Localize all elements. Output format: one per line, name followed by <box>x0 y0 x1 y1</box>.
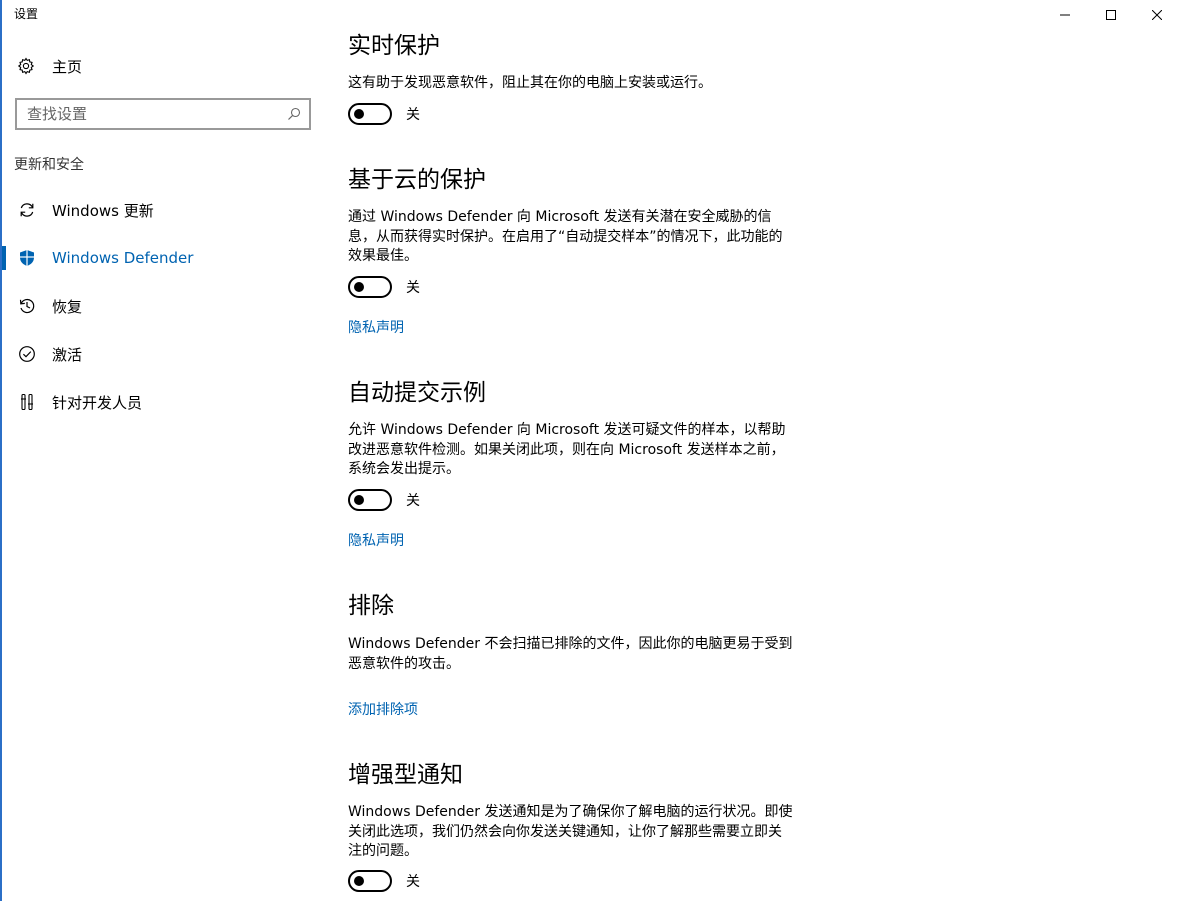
sidebar-item-label: Windows Defender <box>52 249 194 267</box>
section-description: 通过 Windows Defender 向 Microsoft 发送有关潜在安全… <box>348 209 783 264</box>
toggle-state-label: 关 <box>406 280 420 296</box>
sidebar-item-recovery[interactable]: 恢复 <box>2 282 322 330</box>
sidebar-item-activation[interactable]: 激活 <box>2 330 322 378</box>
close-button[interactable] <box>1134 0 1180 30</box>
section-heading-enhanced-notifications: 增强型通知 <box>348 762 463 788</box>
realtime-protection-toggle[interactable] <box>348 103 392 125</box>
privacy-statement-link[interactable]: 隐私声明 <box>348 317 404 337</box>
search-box <box>15 98 311 130</box>
sidebar-item-label: 针对开发人员 <box>52 393 143 412</box>
gear-icon <box>16 56 36 76</box>
developer-tools-icon <box>16 391 38 413</box>
section-heading-cloud-protection: 基于云的保护 <box>348 167 486 193</box>
sample-submission-toggle[interactable] <box>348 489 392 511</box>
section-label: 更新和安全 <box>14 157 84 173</box>
toggle-knob <box>354 876 364 886</box>
add-exclusion-link[interactable]: 添加排除项 <box>348 699 418 719</box>
toggle-knob <box>354 109 364 119</box>
maximize-button[interactable] <box>1088 0 1134 30</box>
search-icon[interactable] <box>283 107 305 121</box>
history-icon <box>16 295 38 317</box>
title-bar: 设置 <box>2 0 1180 30</box>
shield-icon <box>16 247 38 269</box>
sidebar-item-developers[interactable]: 针对开发人员 <box>2 378 322 426</box>
close-icon <box>1152 10 1162 20</box>
section-heading-realtime-protection: 实时保护 <box>348 33 440 59</box>
settings-window: 设置 主页 查找设置 更新和安全 Windows 更新 Windows Defe… <box>0 0 1180 901</box>
section-heading-sample-submission: 自动提交示例 <box>348 380 486 406</box>
toggle-state-label: 关 <box>406 107 420 123</box>
search-input[interactable] <box>17 100 283 128</box>
section-heading-exclusions: 排除 <box>348 593 394 619</box>
enhanced-notifications-toggle-row: 关 <box>348 870 420 892</box>
sync-icon <box>16 199 38 221</box>
toggle-state-label: 关 <box>406 493 420 509</box>
sidebar-item-windows-update[interactable]: Windows 更新 <box>2 186 322 234</box>
cloud-protection-toggle[interactable] <box>348 276 392 298</box>
sidebar: 主页 更新和安全 Windows 更新 <box>2 30 322 901</box>
cloud-protection-toggle-row: 关 <box>348 276 420 298</box>
check-circle-icon <box>16 343 38 365</box>
sidebar-item-label: 激活 <box>52 345 83 364</box>
section-description: Windows Defender 不会扫描已排除的文件，因此你的电脑更易于受到恶… <box>348 636 793 672</box>
sidebar-item-label: 恢复 <box>52 297 83 316</box>
minimize-button[interactable] <box>1042 0 1088 30</box>
section-description: 允许 Windows Defender 向 Microsoft 发送可疑文件的样… <box>348 422 786 477</box>
sidebar-item-label: Windows 更新 <box>52 201 154 220</box>
home-label: 主页 <box>52 57 83 76</box>
window-title: 设置 <box>14 7 39 21</box>
active-indicator <box>2 246 6 270</box>
toggle-state-label: 关 <box>406 874 420 890</box>
sidebar-item-windows-defender[interactable]: Windows Defender <box>2 234 322 282</box>
section-description: Windows Defender 发送通知是为了确保你了解电脑的运行状况。即使关… <box>348 804 793 859</box>
toggle-knob <box>354 282 364 292</box>
sample-submission-toggle-row: 关 <box>348 489 420 511</box>
toggle-knob <box>354 495 364 505</box>
home-nav-item[interactable]: 主页 <box>16 54 82 78</box>
minimize-icon <box>1060 14 1070 16</box>
maximize-icon <box>1106 10 1116 20</box>
privacy-statement-link[interactable]: 隐私声明 <box>348 530 404 550</box>
enhanced-notifications-toggle[interactable] <box>348 870 392 892</box>
section-description: 这有助于发现恶意软件，阻止其在你的电脑上安装或运行。 <box>348 75 712 91</box>
realtime-protection-toggle-row: 关 <box>348 103 420 125</box>
